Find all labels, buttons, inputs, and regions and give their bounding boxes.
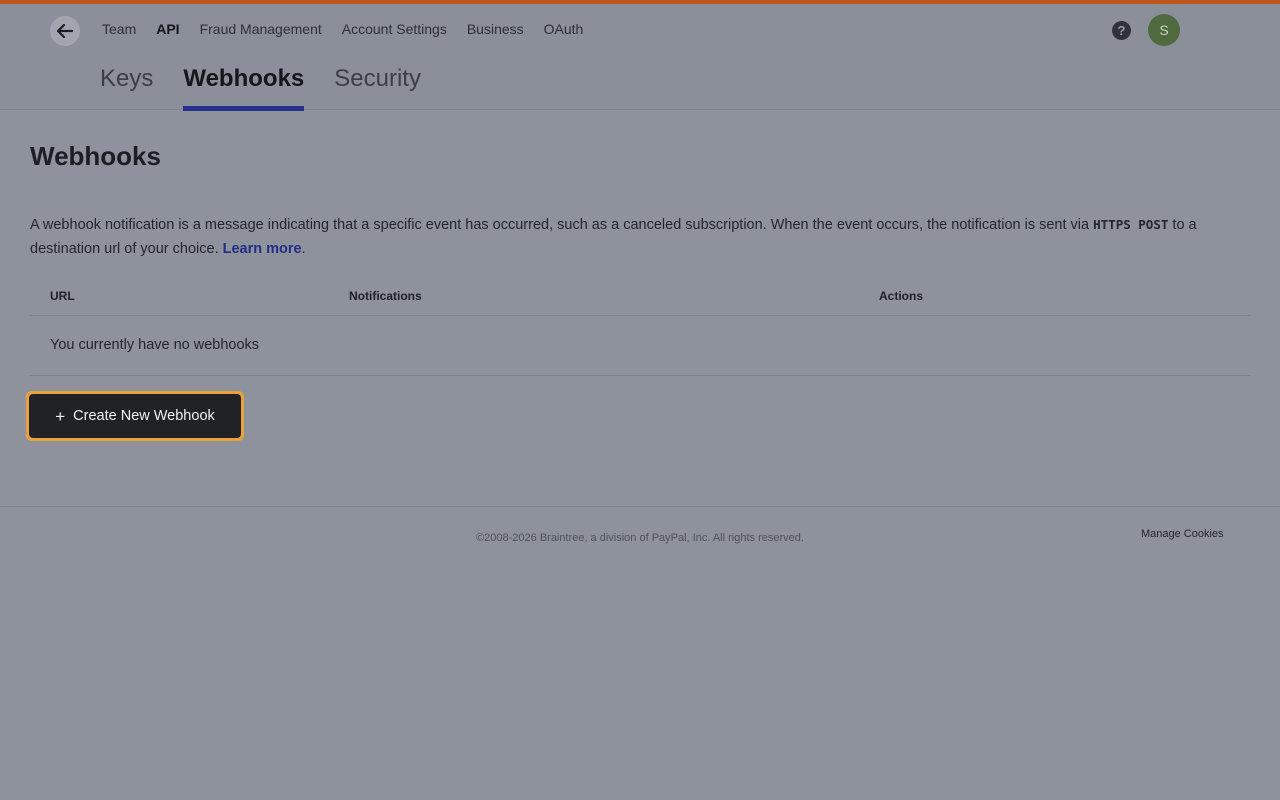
tab-security[interactable]: Security [334,64,421,110]
help-icon[interactable]: ? [1112,21,1131,40]
tab-keys[interactable]: Keys [100,64,153,110]
nav-fraud-management[interactable]: Fraud Management [200,21,322,37]
sub-tabs: Keys Webhooks Security [100,64,421,111]
description-text-1: A webhook notification is a message indi… [30,217,1094,233]
footer-divider [0,506,1280,507]
column-notifications: Notifications [349,289,422,303]
webhook-description: A webhook notification is a message indi… [30,213,1230,261]
nav-account-settings[interactable]: Account Settings [342,21,447,37]
header: Team API Fraud Management Account Settin… [0,4,1280,111]
copyright-text: ©2008-2026 Braintree, a division of PayP… [476,532,804,544]
table-header: URL Notifications Actions [30,280,1250,316]
tab-webhooks[interactable]: Webhooks [183,64,304,111]
https-post-code: HTTPS POST [1093,217,1169,232]
description-end: . [301,241,306,257]
avatar[interactable]: S [1148,14,1180,46]
create-button-body[interactable]: + Create New Webhook [29,394,241,438]
back-button[interactable] [50,16,80,46]
manage-cookies-link[interactable]: Manage Cookies [1141,528,1224,540]
plus-icon: + [55,406,66,426]
column-actions: Actions [879,289,924,303]
nav-team[interactable]: Team [102,21,136,37]
webhooks-table: URL Notifications Actions You currently … [30,280,1250,376]
table-row: You currently have no webhooks [30,316,1250,376]
create-button-label: Create New Webhook [73,408,215,424]
nav-business[interactable]: Business [467,21,524,37]
nav-api[interactable]: API [156,21,179,37]
arrow-left-icon [57,24,73,38]
nav-oauth[interactable]: OAuth [544,21,584,37]
page-title: Webhooks [30,141,161,171]
create-new-webhook-button[interactable]: + Create New Webhook [26,391,244,441]
column-url: URL [50,289,75,303]
top-nav: Team API Fraud Management Account Settin… [102,21,583,37]
empty-message: You currently have no webhooks [50,337,260,353]
learn-more-link[interactable]: Learn more [223,241,302,257]
